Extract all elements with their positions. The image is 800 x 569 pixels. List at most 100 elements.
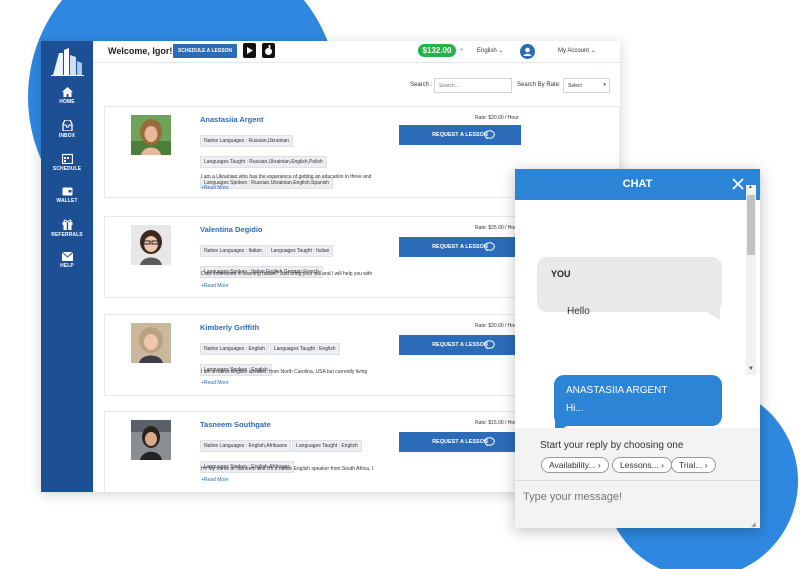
rate-select[interactable]: Select ▾ xyxy=(563,78,610,93)
request-lesson-label: REQUEST A LESSON xyxy=(432,439,488,445)
chat-widget: CHAT YOU Hello ANASTASIIA ARGENT Hi... ▲… xyxy=(515,169,760,528)
request-lesson-button[interactable]: REQUEST A LESSON xyxy=(399,335,521,355)
sidebar-item-referrals[interactable]: REFERRALS xyxy=(41,219,93,238)
message-text: Hello xyxy=(567,306,590,317)
request-lesson-label: REQUEST A LESSON xyxy=(432,342,488,348)
sidebar-item-label: HOME xyxy=(59,99,75,105)
request-lesson-button[interactable]: REQUEST A LESSON xyxy=(399,125,521,145)
sidebar-item-help[interactable]: HELP xyxy=(41,252,93,269)
language-chip: Native Languages : English,Afrikaans xyxy=(200,440,292,452)
avatar[interactable] xyxy=(520,44,535,59)
user-icon xyxy=(523,47,532,56)
teacher-name[interactable]: Kimberly Griffith xyxy=(200,323,259,332)
language-label: English xyxy=(477,48,497,54)
request-lesson-label: REQUEST A LESSON xyxy=(432,244,488,250)
language-selector[interactable]: English ⌄ xyxy=(477,47,503,54)
chat-bubble-icon xyxy=(484,437,495,447)
teacher-rate: Rate: $25.00 / Hou xyxy=(475,225,517,231)
message-sender: YOU xyxy=(551,269,571,279)
sidebar: HOME INBOX SCHEDULE WALLET REFERRALS HEL… xyxy=(41,41,93,492)
request-lesson-label: REQUEST A LESSON xyxy=(432,132,488,138)
quick-reply-prompt: Start your reply by choosing one xyxy=(540,440,684,451)
language-chip: Languages Taught : English xyxy=(292,440,362,452)
gift-icon xyxy=(62,219,72,230)
close-icon[interactable] xyxy=(731,177,745,191)
chat-bubble-icon xyxy=(484,242,495,252)
building-logo-icon[interactable] xyxy=(49,47,85,77)
teacher-photo[interactable] xyxy=(131,323,171,363)
teacher-bio: Hi! My name is Tasneem and I'm a native … xyxy=(201,466,374,472)
chat-scrollbar[interactable]: ▲ ▼ xyxy=(746,184,756,375)
sidebar-item-label: REFERRALS xyxy=(51,232,83,238)
schedule-icon xyxy=(61,153,73,164)
quick-reply-availability[interactable]: Availability... › xyxy=(541,457,609,473)
read-more-link[interactable]: +Read More xyxy=(201,477,229,483)
envelope-icon xyxy=(61,252,73,261)
scroll-thumb[interactable] xyxy=(747,195,755,255)
inbox-icon xyxy=(61,120,73,131)
chevron-down-icon: ⌄ xyxy=(498,48,504,54)
sidebar-item-label: HELP xyxy=(60,263,74,269)
rate-select-value: Select xyxy=(568,83,582,89)
chat-header: CHAT xyxy=(515,169,760,200)
search-row: Search : Search By Rate: Select ▾ xyxy=(93,77,620,93)
message-bubble-you: YOU Hello xyxy=(537,257,722,317)
scroll-up-arrow[interactable]: ▲ xyxy=(748,184,753,190)
message-text: Hi... xyxy=(566,403,584,414)
read-more-link[interactable]: +Read More xyxy=(201,380,229,386)
teacher-photo[interactable] xyxy=(131,225,171,265)
quick-reply-trial[interactable]: Trial... › xyxy=(671,457,716,473)
resize-handle-icon[interactable]: ◢ xyxy=(751,521,756,528)
sidebar-item-label: SCHEDULE xyxy=(52,166,82,172)
sidebar-item-home[interactable]: HOME xyxy=(41,87,93,105)
request-lesson-button[interactable]: REQUEST A LESSON xyxy=(399,237,521,257)
chat-bubble-icon xyxy=(484,340,495,350)
rate-filter-label: Search By Rate: xyxy=(517,82,561,88)
language-chip: Native Languages : Italian xyxy=(200,245,266,257)
account-label: My Account xyxy=(558,48,590,54)
language-chip: Native Languages : English xyxy=(200,343,269,355)
teacher-bio: Ciao! Interested in learning Italian? Ju… xyxy=(201,271,373,277)
request-lesson-button[interactable]: REQUEST A LESSON xyxy=(399,432,521,452)
chat-title: CHAT xyxy=(622,178,653,190)
scroll-down-arrow[interactable]: ▼ xyxy=(748,366,754,372)
teacher-bio: I am a native English speaker, from Nort… xyxy=(201,369,368,375)
sidebar-item-inbox[interactable]: INBOX xyxy=(41,120,93,139)
home-icon xyxy=(61,87,73,97)
account-menu[interactable]: My Account ⌄ xyxy=(558,47,596,54)
language-chip: Languages Taught : English xyxy=(269,343,340,355)
chevron-down-icon[interactable]: ⌄ xyxy=(459,45,464,52)
teacher-rate: Rate: $20.00 / Hour xyxy=(475,115,519,121)
schedule-lesson-button[interactable]: SCHEDULE A LESSON xyxy=(173,44,237,58)
teacher-name[interactable]: Valentina Degidio xyxy=(200,225,263,234)
chevron-down-icon: ⌄ xyxy=(590,48,596,54)
quick-reply-area: Start your reply by choosing one Availab… xyxy=(515,428,760,480)
teacher-name[interactable]: Tasneem Southgate xyxy=(200,420,271,429)
message-input-area: ◢ xyxy=(515,480,760,528)
chat-bubble-icon xyxy=(484,130,495,140)
teacher-rate: Rate: $20.00 / Hou xyxy=(475,323,517,329)
read-more-link[interactable]: +Read More xyxy=(201,185,229,191)
screenshot-stage: HOME INBOX SCHEDULE WALLET REFERRALS HEL… xyxy=(0,0,800,569)
teacher-photo[interactable] xyxy=(131,115,171,155)
sidebar-item-wallet[interactable]: WALLET xyxy=(41,186,93,204)
top-bar: Welcome, Igor! SCHEDULE A LESSON $132.00… xyxy=(93,41,620,63)
read-more-link[interactable]: +Read More xyxy=(201,283,229,289)
balance-badge[interactable]: $132.00 xyxy=(418,44,456,57)
language-chip: Native Languages : Russian,Ukrainian xyxy=(200,135,294,147)
language-chip: Languages Taught : Italian xyxy=(266,245,334,257)
google-play-icon[interactable] xyxy=(243,43,256,58)
message-input[interactable] xyxy=(523,491,748,503)
language-chip: Languages Taught : Russian,Ukrainian,Eng… xyxy=(200,156,327,168)
sidebar-item-label: INBOX xyxy=(58,133,76,139)
language-chips: Native Languages : Russian,Ukrainian Lan… xyxy=(200,129,400,192)
quick-reply-lessons[interactable]: Lessons... › xyxy=(612,457,672,473)
bubble-tail xyxy=(698,306,720,320)
teacher-name[interactable]: Anastasiia Argent xyxy=(200,115,264,124)
search-input[interactable] xyxy=(434,78,512,93)
teacher-photo[interactable] xyxy=(131,420,171,460)
apple-store-icon[interactable] xyxy=(262,43,275,58)
teacher-rate: Rate: $15.00 / Hou xyxy=(475,420,517,426)
sidebar-item-schedule[interactable]: SCHEDULE xyxy=(41,153,93,172)
welcome-text: Welcome, Igor! xyxy=(108,46,173,56)
